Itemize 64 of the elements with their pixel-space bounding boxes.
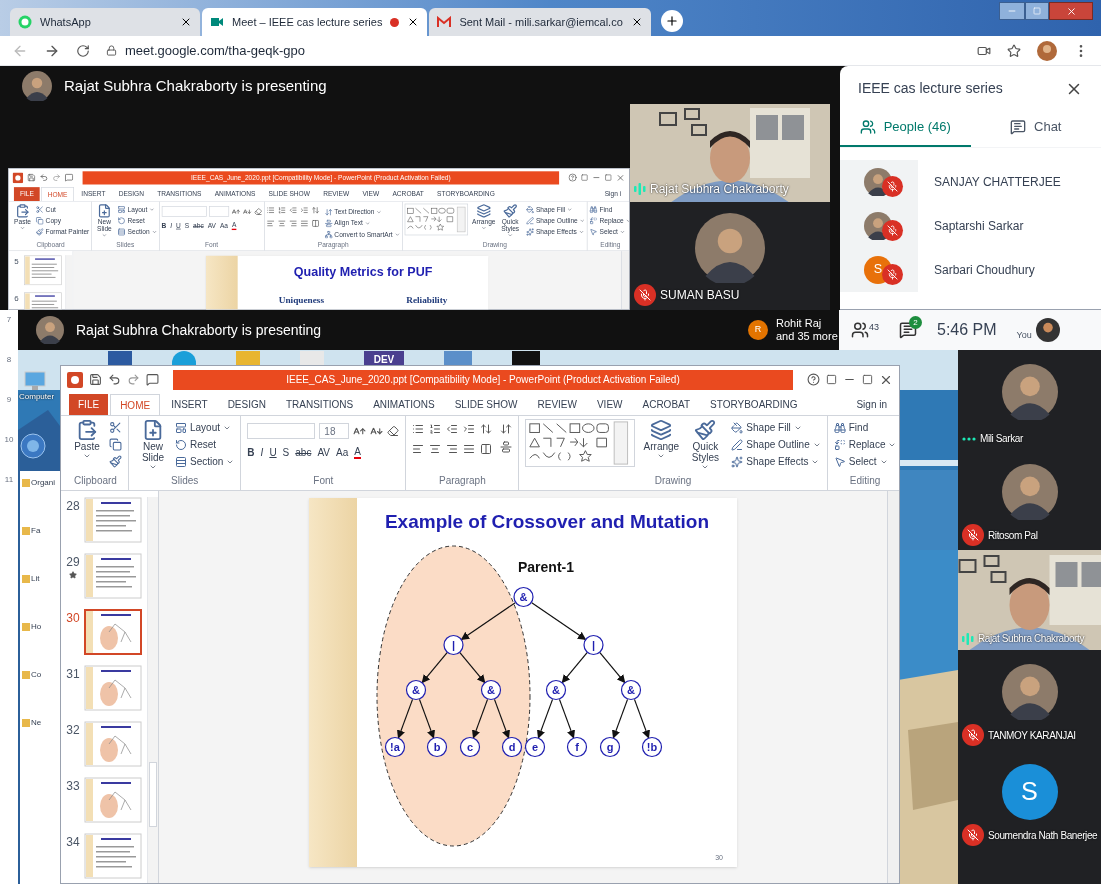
participant-name: Saptarshi Sarkar bbox=[933, 217, 1024, 235]
slide-number: 10 bbox=[4, 434, 14, 446]
participant-name: Soumendra Nath Banerjee bbox=[988, 828, 1098, 843]
browser-tab[interactable]: WhatsApp bbox=[10, 8, 200, 36]
participant-name: Sarbari Choudhury bbox=[933, 261, 1035, 279]
chat-bubble-icon bbox=[18, 15, 32, 29]
tab-title: WhatsApp bbox=[40, 14, 92, 30]
avatar bbox=[36, 316, 64, 344]
close-icon[interactable] bbox=[180, 16, 192, 28]
plus-icon bbox=[664, 14, 679, 28]
avatar bbox=[1001, 664, 1058, 720]
clock-time: 5:46 PM bbox=[937, 320, 997, 340]
column-heading: Uniqueness bbox=[278, 294, 324, 307]
chat-icon bbox=[1010, 118, 1026, 135]
people-icon bbox=[859, 118, 876, 135]
tab-title: Sent Mail - mili.sarkar@iemcal.co bbox=[459, 14, 623, 30]
participant-name: TANMOY KARANJAI bbox=[988, 728, 1076, 743]
app-logo-icon bbox=[12, 172, 24, 183]
avatar bbox=[1001, 364, 1058, 420]
panel-tab[interactable]: People (46) bbox=[840, 117, 971, 147]
font-size-field[interactable] bbox=[208, 206, 229, 217]
maximize-button[interactable] bbox=[1025, 2, 1049, 20]
avatar bbox=[22, 71, 52, 101]
participant-name: SANJAY CHATTERJEE bbox=[933, 173, 1061, 191]
avatar bbox=[1037, 40, 1057, 61]
slide-thumbnail[interactable] bbox=[23, 255, 63, 286]
browser-tab[interactable]: Meet – IEEE cas lecture series bbox=[202, 8, 428, 36]
participant-name: Rohit Raj bbox=[776, 317, 823, 330]
url-field[interactable]: meet.google.com/tha-geqk-gpo bbox=[125, 40, 305, 61]
participant-name: SUMAN BASU bbox=[660, 287, 740, 304]
bookmark-icon[interactable] bbox=[1007, 43, 1021, 58]
people-icon[interactable] bbox=[851, 321, 869, 339]
close-icon bbox=[1065, 5, 1077, 17]
more-count: and 35 more bbox=[776, 330, 838, 343]
slide-title: Quality Metrics for PUF bbox=[293, 263, 433, 281]
slide-number: 11 bbox=[4, 474, 14, 486]
panel-tab[interactable]: Chat bbox=[970, 117, 1101, 147]
avatar: S bbox=[1001, 764, 1058, 820]
font-name-field[interactable] bbox=[161, 206, 207, 217]
slide-number: 9 bbox=[6, 394, 12, 406]
envelope-icon bbox=[437, 16, 452, 28]
presenter-text: Rajat Subhra Chakraborty is presenting bbox=[76, 320, 322, 340]
slide-number: 7 bbox=[6, 314, 12, 326]
avatar bbox=[1035, 318, 1060, 342]
avatar bbox=[1001, 464, 1058, 520]
camera-icon bbox=[210, 15, 224, 29]
people-count: 43 bbox=[869, 321, 879, 334]
column-heading: Reliability bbox=[406, 294, 448, 307]
new-tab-button[interactable] bbox=[660, 10, 683, 32]
tab-title: Meet – IEEE cas lecture series bbox=[232, 14, 383, 30]
maximize-icon bbox=[1033, 7, 1041, 15]
slide-number: 8 bbox=[6, 354, 12, 366]
avatar: R bbox=[748, 320, 768, 340]
chat-badge: 2 bbox=[909, 316, 922, 329]
panel-title: IEEE cas lecture series bbox=[858, 79, 1003, 98]
presenter-text: Rajat Subhra Chakraborty is presenting bbox=[64, 75, 327, 96]
lock-icon bbox=[106, 45, 117, 56]
minimize-button[interactable] bbox=[999, 2, 1025, 20]
reload-icon[interactable] bbox=[76, 43, 90, 58]
avatar bbox=[695, 213, 765, 283]
participant-name: Ritosom Pal bbox=[988, 528, 1038, 543]
participant-name: Mili Sarkar bbox=[980, 432, 1023, 446]
browser-tab[interactable]: Sent Mail - mili.sarkar@iemcal.co bbox=[429, 8, 651, 36]
self-label: You bbox=[1016, 328, 1032, 342]
